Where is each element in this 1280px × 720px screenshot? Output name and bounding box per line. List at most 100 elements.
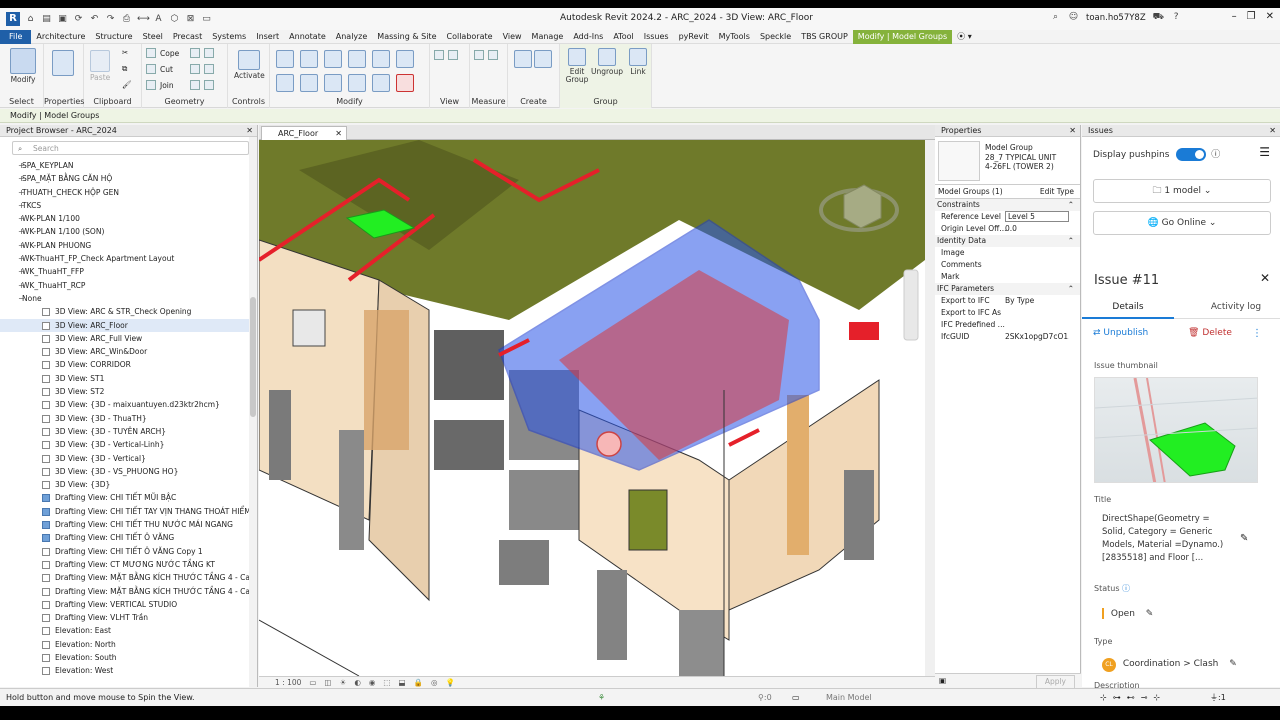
selection-filters-icon[interactable]: ⊹⊶⊷⊸⊹	[1100, 689, 1166, 706]
browser-item[interactable]: Drafting View: VERTICAL STUDIO	[0, 598, 257, 611]
instance-filter[interactable]: Model Groups (1) Edit Type	[935, 185, 1080, 199]
pushpins-toggle[interactable]	[1176, 148, 1207, 161]
browser-item[interactable]: − None	[0, 292, 257, 305]
join-button[interactable]: Join	[146, 80, 174, 90]
browser-item[interactable]: + WK-PLAN 1/100	[0, 212, 257, 225]
unpublish-button[interactable]: ⇄ Unpublish	[1093, 328, 1148, 338]
ribbon-tab-insert[interactable]: Insert	[251, 30, 284, 44]
origin-level-field[interactable]: 0.0	[1005, 223, 1069, 235]
ribbon-tab-manage[interactable]: Manage	[527, 30, 569, 44]
browser-item[interactable]: 3D View: {3D - TUYÊN ARCH}	[0, 425, 257, 438]
browser-item[interactable]: 3D View: ST2	[0, 385, 257, 398]
browser-item[interactable]: + TKCS	[0, 199, 257, 212]
ribbon-tab-architecture[interactable]: Architecture	[31, 30, 90, 44]
browser-item[interactable]: + WK-PLAN 1/100 (SON)	[0, 225, 257, 238]
browser-item[interactable]: + WK_ThuaHT_RCP	[0, 279, 257, 292]
model-dropdown[interactable]: 🗀 1 model ⌄	[1093, 179, 1271, 203]
browser-item[interactable]: 3D View: ARC_Floor	[0, 318, 257, 332]
view-tools[interactable]	[434, 50, 460, 60]
ribbon-tab-modify-model-groups[interactable]: Modify | Model Groups	[852, 29, 953, 44]
scroll-thumb[interactable]	[250, 297, 256, 417]
browser-item[interactable]: + WK-PLAN PHUONG	[0, 239, 257, 252]
issue-pushpin-icon[interactable]	[596, 431, 622, 457]
browser-item[interactable]: + SPA_MẶT BẰNG CĂN HỘ	[0, 172, 257, 185]
browser-item[interactable]: Drafting View: CT MƯƠNG NƯỚC TẦNG KT	[0, 558, 257, 571]
ribbon-tab-systems[interactable]: Systems	[207, 30, 251, 44]
navigation-bar[interactable]	[903, 269, 919, 341]
tab-details[interactable]: Details	[1082, 297, 1174, 319]
print-icon[interactable]: ⎙	[121, 14, 132, 25]
mirror-draw-icon[interactable]	[348, 50, 366, 68]
activate-button[interactable]: Activate	[234, 50, 265, 80]
ribbon-tab-tbs-group[interactable]: TBS GROUP	[796, 30, 853, 44]
copy-clip-icon[interactable]: ⧉	[122, 64, 127, 74]
shadows-icon[interactable]: ◐	[354, 677, 361, 688]
browser-item[interactable]: Elevation: West	[0, 664, 257, 677]
view-scale[interactable]: 1 : 100	[275, 677, 301, 688]
browser-item[interactable]: 3D View: {3D - Vertical}	[0, 452, 257, 465]
browser-item[interactable]: 3D View: {3D - ThuaTH}	[0, 412, 257, 425]
revit-logo-icon[interactable]: R	[6, 12, 20, 26]
ifcguid-field[interactable]: 2SKx1opgD7cO1...	[1005, 331, 1069, 343]
detail-level-icon[interactable]: ▭	[309, 677, 316, 688]
save-icon[interactable]: ▣	[57, 14, 68, 25]
type-value[interactable]: CL Coordination > Clash ✎	[1102, 658, 1237, 672]
undo-icon[interactable]: ↶	[89, 14, 100, 25]
worksets-icon[interactable]: ⚘	[598, 689, 605, 706]
ungroup-button[interactable]: Ungroup	[591, 48, 623, 76]
expand-icon[interactable]: +	[18, 172, 25, 185]
ribbon-tab-massing-site[interactable]: Massing & Site	[372, 30, 441, 44]
create-tools[interactable]	[514, 50, 552, 70]
browser-item[interactable]: Drafting View: CHI TIẾT MŨI BẬC	[0, 491, 257, 504]
section-ifc[interactable]: IFC Parameters ⌃	[935, 283, 1080, 295]
browser-item[interactable]: Drafting View: CHI TIẾT TAY VỊN THANG TH…	[0, 505, 257, 518]
close-icon[interactable]: ✕	[1266, 11, 1274, 22]
browser-item[interactable]: Drafting View: CHI TIẾT Ô VĂNG Copy 1	[0, 545, 257, 558]
geometry-tool-3[interactable]	[190, 80, 216, 90]
measure-icon[interactable]: ⟷	[137, 14, 150, 25]
help-icon[interactable]: ⓘ	[1211, 150, 1220, 160]
ribbon-tab-annotate[interactable]: Annotate	[284, 30, 331, 44]
ribbon-tab-collaborate[interactable]: Collaborate	[442, 30, 498, 44]
browser-item[interactable]: + SPA_KEYPLAN	[0, 159, 257, 172]
browser-item[interactable]: Drafting View: CHI TIẾT Ô VĂNG	[0, 531, 257, 544]
browser-item[interactable]: 3D View: {3D - Vertical-Linh}	[0, 438, 257, 451]
move-icon[interactable]	[276, 74, 294, 92]
ribbon-tab-pyrevit[interactable]: pyRevit	[674, 30, 714, 44]
lock-view-icon[interactable]: 🔒	[414, 677, 423, 688]
open-icon[interactable]: ▤	[41, 14, 52, 25]
design-options-icon[interactable]: ▭	[792, 689, 800, 706]
expand-icon[interactable]: +	[18, 265, 25, 278]
browser-scrollbar[interactable]	[249, 137, 257, 687]
filter-icon[interactable]: ⏚:1	[1210, 689, 1226, 706]
browser-item[interactable]: Drafting View: CHI TIẾT THU NƯỚC MÁI NGA…	[0, 518, 257, 531]
align-icon[interactable]	[276, 50, 294, 68]
edit-type-icon[interactable]: ✎	[1229, 659, 1237, 669]
browser-item[interactable]: 3D View: CORRIDOR	[0, 358, 257, 371]
close-issue-icon[interactable]: ✕	[1260, 271, 1270, 285]
help-icon[interactable]: ?	[1171, 12, 1182, 23]
ribbon-tab-add-ins[interactable]: Add-Ins	[568, 30, 608, 44]
match-icon[interactable]: 🖌	[122, 80, 132, 89]
paste-button[interactable]: Paste	[90, 50, 110, 82]
properties-button[interactable]	[52, 50, 74, 78]
browser-item[interactable]: + WK_ThuaHT_FFP	[0, 265, 257, 278]
switch-windows-icon[interactable]: ▭	[201, 14, 212, 25]
browser-item[interactable]: 3D View: ST1	[0, 372, 257, 385]
expand-icon[interactable]: +	[18, 252, 25, 265]
browser-item[interactable]: Drafting View: MẶT BẰNG KÍCH THƯỚC TẦNG …	[0, 585, 257, 598]
ribbon-tab-precast[interactable]: Precast	[168, 30, 207, 44]
ribbon-tab-view[interactable]: View	[498, 30, 527, 44]
default-3d-view-icon[interactable]: ⬡	[169, 14, 180, 25]
ribbon-tab-mytools[interactable]: MyTools	[714, 30, 755, 44]
delete-button[interactable]: 🗑 Delete	[1188, 328, 1232, 338]
view-tab-arc-floor[interactable]: ARC_Floor ✕	[261, 126, 347, 140]
ribbon-tab-steel[interactable]: Steel	[138, 30, 168, 44]
ribbon-tab-structure[interactable]: Structure	[90, 30, 137, 44]
geometry-tool-1[interactable]	[190, 48, 216, 58]
close-icon[interactable]: ✕	[335, 127, 342, 140]
sun-path-icon[interactable]: ☀	[340, 677, 347, 688]
browser-item[interactable]: Elevation: South	[0, 651, 257, 664]
ribbon-tab-analyze[interactable]: Analyze	[331, 30, 373, 44]
view-scrollbar[interactable]	[925, 140, 935, 676]
